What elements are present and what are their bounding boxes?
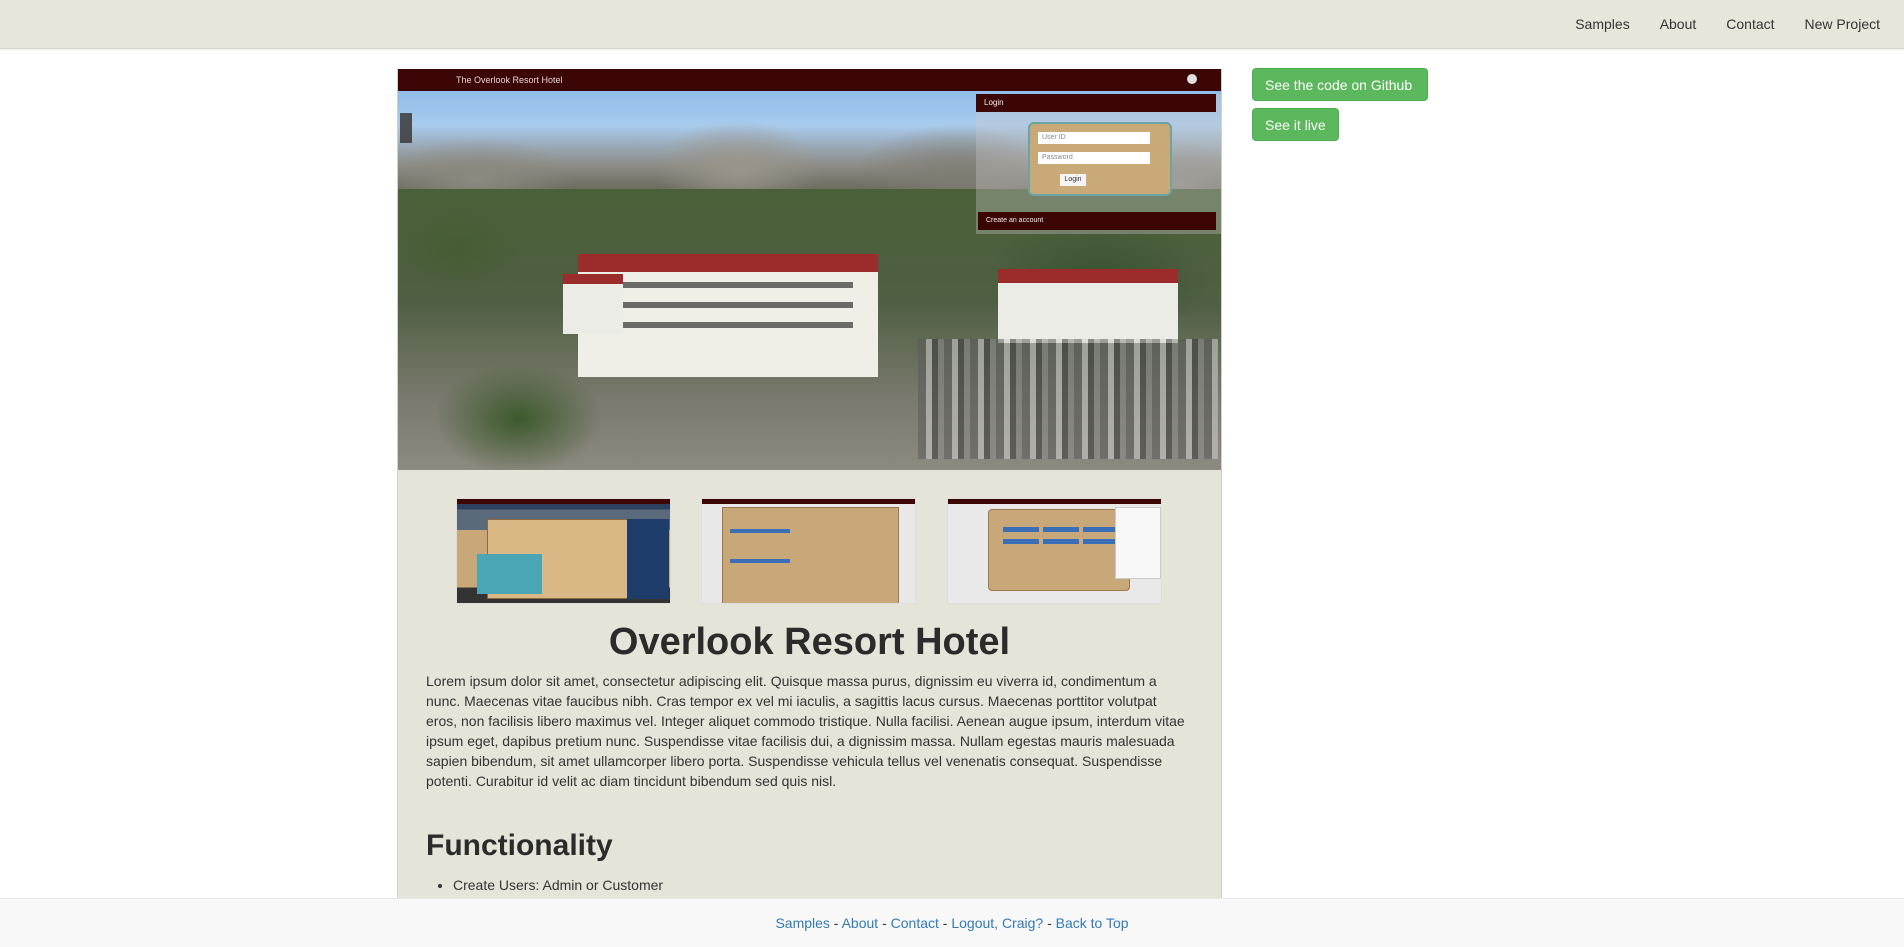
thumbnail-gallery — [398, 498, 1221, 606]
nav-link-contact[interactable]: Contact — [1726, 16, 1774, 32]
footer-link-back-to-top[interactable]: Back to Top — [1056, 915, 1129, 931]
hero-login-button: Login — [1060, 174, 1086, 186]
footer-link-contact[interactable]: Contact — [891, 915, 939, 931]
hero-create-account: Create an account — [978, 212, 1216, 230]
thumbnail-1[interactable] — [456, 498, 671, 604]
functionality-list: Create Users: Admin or Customer — [426, 875, 663, 895]
hero-login-header: Login — [976, 94, 1216, 112]
see-it-live-button[interactable]: See it live — [1252, 108, 1339, 141]
parking-lot-graphic — [918, 339, 1218, 459]
github-button[interactable]: See the code on Github — [1252, 68, 1428, 101]
thumbnail-3[interactable] — [947, 498, 1162, 604]
footer: Samples - About - Contact - Logout, Crai… — [0, 898, 1904, 947]
project-panel: The Overlook Resort Hotel Login User ID … — [397, 69, 1222, 899]
functionality-heading: Functionality — [426, 829, 613, 862]
footer-link-samples[interactable]: Samples — [775, 915, 829, 931]
functionality-item: Create Users: Admin or Customer — [453, 875, 663, 895]
footer-separator: - — [878, 915, 891, 931]
project-title: Overlook Resort Hotel — [608, 621, 1011, 663]
nav-links: Samples About Contact New Project — [1545, 0, 1880, 48]
user-icon — [1187, 74, 1197, 84]
hero-login-overlay: Login User ID Password Login Create an a… — [976, 94, 1221, 234]
hotel-wing-graphic — [998, 269, 1178, 343]
footer-separator: - — [938, 915, 952, 931]
hero-app-bar: The Overlook Resort Hotel — [398, 69, 1221, 91]
hero-password-field: Password — [1038, 152, 1150, 164]
hotel-building-graphic — [578, 254, 878, 377]
hero-screenshot[interactable]: The Overlook Resort Hotel Login User ID … — [398, 69, 1221, 470]
hero-user-id-field: User ID — [1038, 132, 1150, 144]
hero-login-box: User ID Password Login — [1028, 122, 1172, 196]
footer-link-logout[interactable]: Logout, Craig? — [951, 915, 1043, 931]
top-navbar: Samples About Contact New Project — [0, 0, 1904, 49]
footer-separator: - — [829, 915, 842, 931]
hero-app-title: The Overlook Resort Hotel — [456, 75, 563, 85]
footer-separator: - — [1043, 915, 1056, 931]
hotel-annex-graphic — [563, 274, 623, 334]
nav-link-new-project[interactable]: New Project — [1805, 16, 1880, 32]
thumbnail-2[interactable] — [701, 498, 916, 604]
menu-tab-icon — [400, 113, 412, 143]
project-description: Lorem ipsum dolor sit amet, consectetur … — [426, 673, 1185, 789]
nav-link-about[interactable]: About — [1660, 16, 1697, 32]
nav-link-samples[interactable]: Samples — [1575, 16, 1629, 32]
footer-link-about[interactable]: About — [842, 915, 879, 931]
